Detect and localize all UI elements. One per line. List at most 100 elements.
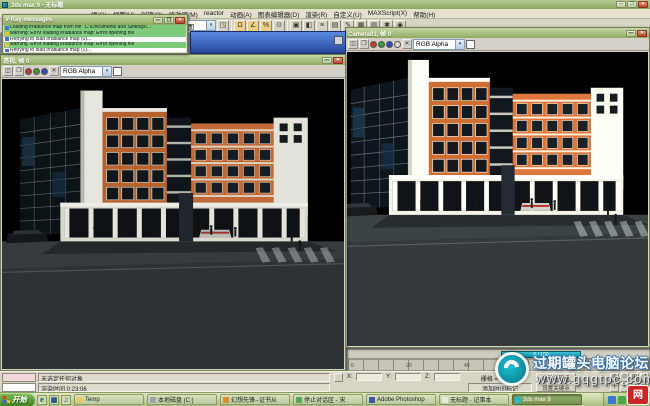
app-icon <box>296 396 302 403</box>
orbit-icon[interactable]: ↺ <box>640 373 649 382</box>
snap-toggle-icon[interactable]: Ω <box>234 19 246 32</box>
chevron-down-icon: ▾ <box>455 39 464 49</box>
render-window-titlebar[interactable]: Camera01, 帧 0 — ✕ <box>346 28 649 38</box>
channel-display-dropdown[interactable]: RGB Alpha ▾ <box>60 65 112 77</box>
photoshop-icon <box>369 396 375 403</box>
red-channel-icon[interactable] <box>25 67 32 75</box>
chevron-down-icon: ▾ <box>102 66 111 76</box>
blue-channel-icon[interactable] <box>41 67 48 75</box>
menu-animation[interactable]: 动画(A) <box>230 9 252 19</box>
render-window-toolbar: ◫ ❐ ✕ RGB Alpha ▾ <box>1 65 345 78</box>
clone-window-icon[interactable]: ❐ <box>14 66 24 76</box>
zoom-extents-icon[interactable]: ⊞ <box>630 373 639 382</box>
angle-snap-icon[interactable]: ∠ <box>247 19 259 32</box>
maxscript-mini-listener-white[interactable] <box>2 383 36 392</box>
windows-flag-icon <box>3 396 10 403</box>
pan-icon[interactable]: ✛ <box>610 383 619 392</box>
minimize-button[interactable]: — <box>616 1 626 8</box>
render-canvas-right[interactable] <box>347 52 648 346</box>
auto-key-button[interactable]: 自动关键点 <box>536 373 576 382</box>
tick-label: 0 <box>351 363 354 369</box>
close-icon[interactable]: ✕ <box>637 29 647 37</box>
time-slider-handle[interactable]: 0 / 100 <box>501 351 581 358</box>
menu-reactor[interactable]: reactor <box>204 10 224 17</box>
taskbar-item-3dsmax[interactable]: 3ds max 9 <box>512 394 582 405</box>
z-coordinate-input[interactable] <box>434 373 460 381</box>
maximize-button[interactable]: ❐ <box>164 16 174 24</box>
clear-icon[interactable]: ✕ <box>402 39 412 49</box>
y-coordinate-input[interactable] <box>395 373 421 381</box>
save-image-icon[interactable]: ◫ <box>3 66 13 76</box>
set-key-button[interactable]: 设置关键点 <box>536 383 576 392</box>
add-time-tag[interactable]: 添加时间标记 <box>468 383 532 392</box>
menu-maxscript[interactable]: MAXScript(X) <box>368 10 407 17</box>
menu-help[interactable]: 帮助(H) <box>413 9 435 19</box>
taskbar-item-game[interactable]: 幻想先锋--证书从 <box>220 394 290 405</box>
taskbar-item-chat[interactable]: 停止对话区 - 宋 <box>293 394 363 405</box>
minimize-button[interactable]: — <box>153 16 163 24</box>
x-coordinate-input[interactable] <box>356 373 382 381</box>
drive-icon <box>150 396 156 403</box>
tray-icon[interactable] <box>608 395 616 404</box>
minimize-button[interactable]: — <box>626 29 636 37</box>
alpha-channel-icon[interactable] <box>394 40 401 48</box>
background-window-titlebar[interactable] <box>190 31 346 54</box>
zoom-all-icon[interactable]: ⊙ <box>620 373 629 382</box>
tick-label: 60 <box>521 363 528 369</box>
green-channel-icon[interactable] <box>33 67 40 75</box>
chevron-down-icon: ▾ <box>206 21 215 30</box>
taskbar-item-disk[interactable]: 本地磁盘 (C:) <box>147 394 217 405</box>
quicklaunch-desktop-icon[interactable]: ▦ <box>49 394 59 405</box>
align-icon[interactable]: ≡ <box>316 19 328 32</box>
app-icon <box>2 1 8 8</box>
info-icon <box>5 25 9 30</box>
render-window-right: Camera01, 帧 0 — ✕ ◫ ❐ ✕ RGB Alpha ▾ <box>345 27 650 348</box>
window-button[interactable] <box>334 36 343 45</box>
tray-icon[interactable] <box>618 395 626 404</box>
tick-label: 20 <box>406 363 412 369</box>
start-button[interactable]: 开始 <box>0 392 35 406</box>
maxscript-mini-listener-pink[interactable] <box>2 373 36 382</box>
background-color-swatch[interactable] <box>466 39 475 49</box>
named-selection-icon[interactable]: ▣ <box>290 19 302 32</box>
spinner-snap-icon[interactable]: ⊙ <box>273 19 285 32</box>
mirror-icon[interactable]: ◧ <box>303 19 315 32</box>
zoom-icon[interactable]: ⊕ <box>610 373 619 382</box>
track-bar[interactable]: 0 20 40 60 80 100 <box>347 359 650 371</box>
notepad-icon <box>442 396 448 403</box>
taskbar-item-temp[interactable]: Temp <box>74 394 144 405</box>
app-title: 3ds max 9 - 无标题 <box>11 3 64 9</box>
clear-icon[interactable]: ✕ <box>49 66 59 76</box>
z-coordinate-label: Z: <box>425 374 431 380</box>
close-icon[interactable]: ✕ <box>333 56 343 64</box>
red-channel-icon[interactable] <box>370 40 377 48</box>
time-slider[interactable]: 0 / 100 <box>347 349 650 359</box>
close-button[interactable]: ✕ <box>638 1 648 8</box>
channel-display-dropdown[interactable]: RGB Alpha ▾ <box>413 38 465 50</box>
minimize-button[interactable]: — <box>322 56 332 64</box>
vray-messages-window: V-Ray messages — ❐ ✕ Loading irradiance … <box>2 14 188 54</box>
vray-messages-titlebar[interactable]: V-Ray messages — ❐ ✕ <box>3 15 187 25</box>
close-icon[interactable]: ✕ <box>175 16 185 24</box>
menu-graph-editors[interactable]: 图表编辑器(D) <box>258 9 300 19</box>
menu-customize[interactable]: 自定义(U) <box>333 9 362 19</box>
lock-selection-toggle[interactable] <box>334 373 343 382</box>
restore-button[interactable]: ❐ <box>627 1 637 8</box>
blue-channel-icon[interactable] <box>386 40 393 48</box>
taskbar-item-photoshop[interactable]: Adobe Photoshop <box>366 394 436 405</box>
render-window-title: 透视, 帧 0 <box>3 58 30 65</box>
menu-rendering[interactable]: 渲染(R) <box>305 9 327 19</box>
background-color-swatch[interactable] <box>113 66 122 76</box>
render-canvas-left[interactable] <box>2 79 344 369</box>
clone-window-icon[interactable]: ❐ <box>359 39 369 49</box>
toolbar-separator <box>287 20 288 31</box>
green-channel-icon[interactable] <box>378 40 385 48</box>
render-window-titlebar[interactable]: 透视, 帧 0 — ✕ <box>1 55 345 65</box>
quicklaunch-ie-icon[interactable]: e <box>37 394 47 405</box>
save-image-icon[interactable]: ◫ <box>348 39 358 49</box>
percent-snap-icon[interactable]: % <box>260 19 272 32</box>
pivot-center-icon[interactable]: ◳ <box>217 19 229 32</box>
quicklaunch-media-icon[interactable]: ♫ <box>61 394 71 405</box>
layer-manager-icon[interactable]: ▤ <box>329 19 341 32</box>
taskbar-item-notepad[interactable]: 无标题 - 记事本 <box>439 394 509 405</box>
